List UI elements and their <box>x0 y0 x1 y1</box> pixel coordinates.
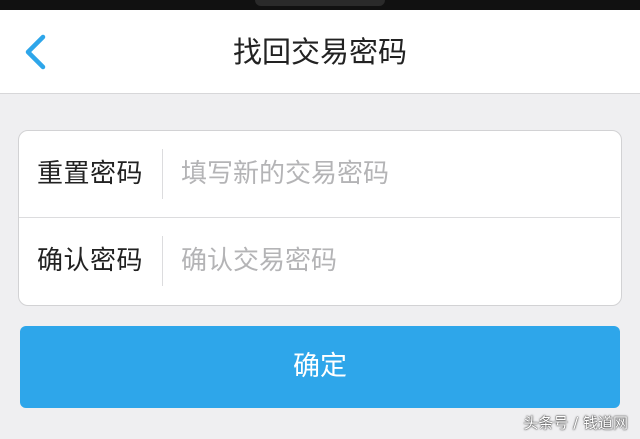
status-bar <box>0 0 640 10</box>
confirm-password-label: 确认密码 <box>37 246 144 276</box>
field-separator <box>162 149 163 199</box>
chevron-left-icon <box>25 34 46 70</box>
new-password-input[interactable] <box>181 151 601 197</box>
reset-password-label: 重置密码 <box>37 159 144 189</box>
field-separator <box>162 236 163 286</box>
navigation-bar: 找回交易密码 <box>0 10 640 94</box>
confirm-button[interactable]: 确定 <box>20 326 620 408</box>
confirm-password-row: 确认密码 <box>19 218 620 304</box>
password-form-card: 重置密码 确认密码 <box>18 130 622 306</box>
watermark: 头条号 / 钱道网 <box>523 414 628 432</box>
page-title: 找回交易密码 <box>232 35 407 69</box>
back-button[interactable] <box>14 27 64 77</box>
confirm-password-input[interactable] <box>181 238 601 284</box>
status-bar-notch <box>255 0 385 6</box>
reset-password-row: 重置密码 <box>19 131 620 217</box>
